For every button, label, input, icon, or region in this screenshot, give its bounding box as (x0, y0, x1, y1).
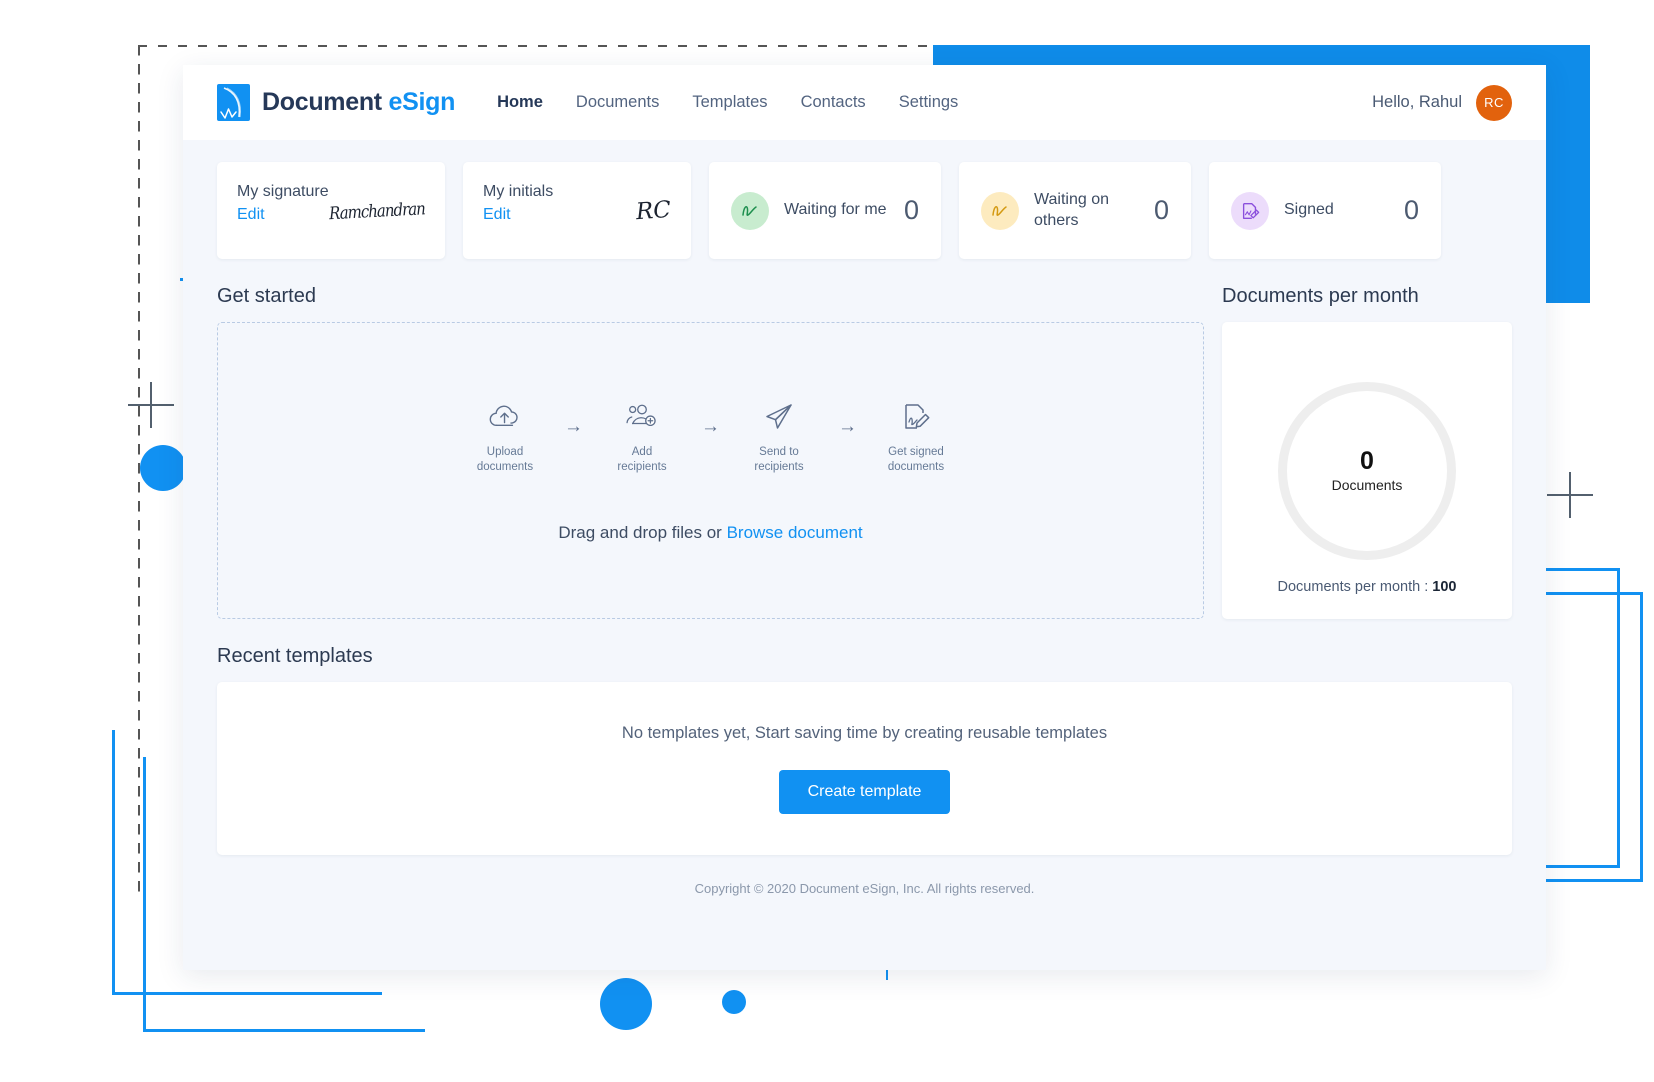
step-get-signed-label: Get signed documents (887, 446, 945, 473)
paper-plane-icon (764, 398, 794, 436)
copyright-text: Copyright © 2020 Document eSign, Inc. Al… (694, 881, 1035, 896)
step-send-to-recipients: Send to recipients (730, 398, 828, 475)
decorative-dotted-line-vertical (138, 45, 140, 900)
stats-row: My signature Edit Ramchandran My initial… (217, 162, 1512, 259)
waiting-for-me-card[interactable]: Waiting for me 0 (709, 162, 941, 259)
add-recipients-icon (625, 398, 659, 436)
documents-per-month-column: 0 Documents Documents per month : 100 (1222, 322, 1512, 619)
file-dropzone[interactable]: Upload documents → Add recipients → Send… (217, 322, 1204, 619)
documents-per-month-title: Documents per month (1222, 285, 1419, 307)
my-signature-card[interactable]: My signature Edit Ramchandran (217, 162, 445, 259)
donut-value: 0 (1360, 446, 1374, 475)
decorative-dotted-line-horizontal (138, 45, 928, 47)
arrow-icon: → (564, 416, 583, 438)
app-window: Document eSign Home Documents Templates … (183, 65, 1546, 970)
signed-label: Signed (1284, 201, 1334, 219)
signature-preview: Ramchandran (328, 197, 426, 224)
recent-templates-title: Recent templates (217, 645, 373, 667)
book-logo-icon (217, 84, 250, 121)
user-area[interactable]: Hello, Rahul RC (1372, 84, 1512, 121)
drag-drop-label: Drag and drop files or (558, 522, 727, 542)
get-started-title: Get started (217, 285, 316, 307)
documents-per-month-footer-label: Documents per month : (1277, 579, 1433, 595)
section-titles-row: Get started Documents per month (217, 259, 1512, 322)
screenshot-root: Document eSign Home Documents Templates … (0, 0, 1654, 1082)
avatar[interactable]: RC (1476, 84, 1512, 121)
waiting-for-me-value: 0 (903, 195, 919, 225)
step-send-label: Send to recipients (754, 446, 804, 473)
signed-value: 0 (1403, 195, 1419, 225)
decorative-plus-icon (128, 382, 174, 428)
decorative-circle (600, 978, 652, 1030)
browse-document-link[interactable]: Browse document (727, 523, 863, 542)
greeting-text: Hello, Rahul (1372, 93, 1462, 111)
step-upload-documents: Upload documents (456, 398, 554, 475)
donut-gauge: 0 Documents (1278, 381, 1456, 560)
main-navigation: Home Documents Templates Contacts Settin… (497, 93, 958, 112)
nav-item-contacts[interactable]: Contacts (801, 93, 866, 112)
documents-per-month-chart: 0 Documents Documents per month : 100 (1222, 322, 1512, 619)
logo-text: Document eSign (262, 88, 455, 117)
documents-per-month-footer: Documents per month : 100 (1278, 579, 1457, 595)
decorative-circle (140, 445, 186, 491)
signed-document-icon (901, 398, 931, 436)
edit-initials-link[interactable]: Edit (483, 206, 553, 224)
top-navigation-bar: Document eSign Home Documents Templates … (183, 65, 1546, 140)
initials-preview: RC (635, 196, 672, 225)
waiting-for-me-label: Waiting for me (784, 201, 887, 219)
workflow-steps: Upload documents → Add recipients → Send… (456, 398, 965, 475)
step-get-signed-documents: Get signed documents (867, 398, 965, 475)
nav-item-settings[interactable]: Settings (899, 93, 959, 112)
my-initials-title: My initials (483, 183, 554, 200)
decorative-circle (722, 990, 746, 1014)
page-content: My signature Edit Ramchandran My initial… (183, 140, 1546, 896)
nav-item-templates[interactable]: Templates (692, 93, 767, 112)
arrow-icon: → (701, 416, 720, 438)
nav-item-documents[interactable]: Documents (576, 93, 659, 112)
step-add-label: Add recipients (617, 446, 667, 473)
documents-per-month-footer-value: 100 (1432, 579, 1457, 595)
logo-text-accent: eSign (388, 88, 456, 116)
donut-caption: Documents (1331, 476, 1403, 493)
waiting-on-others-card[interactable]: Waiting on others 0 (959, 162, 1191, 259)
my-signature-title: My signature (237, 183, 329, 200)
waiting-on-others-label: Waiting on others (1034, 190, 1109, 229)
step-upload-label: Upload documents (476, 446, 534, 473)
decorative-plus-icon (1547, 472, 1593, 518)
templates-empty-text: No templates yet, Start saving time by c… (621, 723, 1108, 742)
edit-signature-link[interactable]: Edit (237, 206, 329, 224)
waiting-on-others-value: 0 (1153, 195, 1169, 225)
signed-card[interactable]: Signed 0 (1209, 162, 1441, 259)
dropzone-text: Drag and drop files or Browse document (558, 523, 862, 543)
signed-document-icon (1231, 191, 1269, 230)
cloud-upload-icon (488, 398, 522, 436)
logo-text-main: Document (262, 88, 389, 116)
create-template-button[interactable]: Create template (778, 769, 951, 814)
get-started-column: Upload documents → Add recipients → Send… (217, 322, 1204, 619)
arrow-icon: → (838, 416, 857, 438)
my-initials-card[interactable]: My initials Edit RC (463, 162, 691, 259)
main-row: Upload documents → Add recipients → Send… (217, 322, 1512, 619)
recent-templates-card: No templates yet, Start saving time by c… (217, 682, 1512, 855)
signature-squiggle-icon (981, 191, 1019, 230)
step-add-recipients: Add recipients (593, 398, 691, 475)
signature-squiggle-icon (731, 191, 769, 230)
app-logo[interactable]: Document eSign (217, 84, 455, 121)
nav-item-home[interactable]: Home (497, 93, 543, 112)
